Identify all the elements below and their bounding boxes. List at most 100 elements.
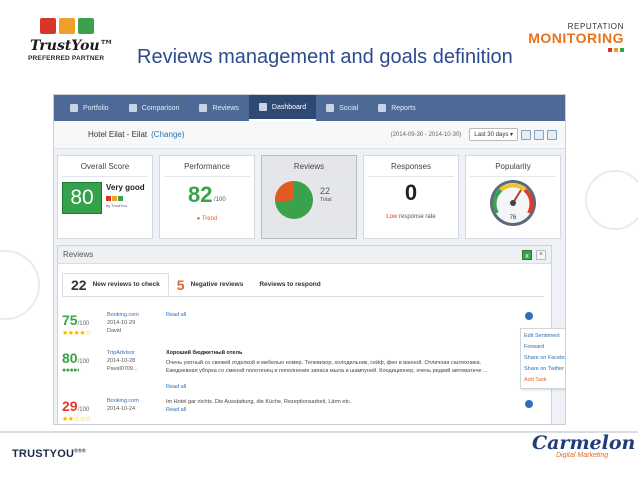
review-actions-menu: Edit Sentiment Forward Share on Facebook… xyxy=(520,328,565,389)
trustyou-logo: TrustYou™ PREFERRED PARTNER xyxy=(28,18,114,66)
footer-trustyou-text: TRUSTYOU xyxy=(12,448,75,460)
comparison-arrows-icon xyxy=(128,104,137,112)
review-text: Очень уютный со свежей отделкой и мебель… xyxy=(166,360,488,374)
rm-dots-icon xyxy=(528,48,624,52)
hotel-name: Hotel Eilat - Eilat xyxy=(88,130,148,139)
performance-value: 82 xyxy=(188,182,213,207)
overall-score-card[interactable]: Overall Score 80 Very good by TrustYou xyxy=(57,155,153,239)
excel-export-icon[interactable]: x xyxy=(522,249,532,260)
reports-bars-icon xyxy=(378,104,387,112)
card-title: Performance xyxy=(184,162,230,171)
trustyou-wordmark: TrustYou™ xyxy=(30,38,114,54)
popularity-gauge-icon: 76 xyxy=(490,180,536,226)
tab-reviews-to-respond[interactable]: Reviews to respond xyxy=(251,273,328,296)
dashboard-gauge-icon xyxy=(258,103,267,111)
review-score: 75/100 xyxy=(62,312,89,328)
review-row[interactable]: 29/100 ★★☆☆☆ Booking.com 2014-10-24 Im H… xyxy=(62,398,533,424)
review-source[interactable]: Booking.com xyxy=(107,312,139,318)
performance-trend[interactable]: ● Trend xyxy=(160,216,254,222)
performance-card[interactable]: Performance 82 /100 ● Trend xyxy=(159,155,255,239)
tab-label: Social xyxy=(339,104,359,112)
menu-item-forward[interactable]: Forward xyxy=(524,342,565,353)
review-score: 29/100 xyxy=(62,398,89,414)
settings-icon[interactable] xyxy=(547,129,557,140)
tab-dashboard[interactable]: Dashboard xyxy=(248,95,317,121)
decorative-ring xyxy=(0,250,40,320)
pie-slice-negative xyxy=(275,181,294,203)
review-date: 2014-10-29 xyxy=(107,320,136,326)
review-source[interactable]: Booking.com xyxy=(107,398,139,404)
review-source[interactable]: TripAdvisor xyxy=(107,350,135,356)
preferred-partner-label: PREFERRED PARTNER xyxy=(28,55,105,62)
review-score-den: /100 xyxy=(77,407,90,413)
menu-item-add-task[interactable]: Add Task xyxy=(524,375,565,386)
card-title: Responses xyxy=(390,162,432,171)
decorative-ring xyxy=(585,170,638,230)
slide-title: Reviews management and goals definition xyxy=(137,46,513,68)
main-navbar: Portfolio Comparison Reviews Dashboard S… xyxy=(54,95,565,121)
svg-text:x: x xyxy=(525,253,529,260)
overall-brand: by TrustYou xyxy=(106,203,127,208)
tab-portfolio[interactable]: Portfolio xyxy=(60,95,119,121)
close-icon[interactable]: × xyxy=(536,249,546,260)
review-actions-gear-icon[interactable] xyxy=(525,312,533,320)
new-reviews-count: 22 xyxy=(71,276,87,293)
tab-social[interactable]: Social xyxy=(316,95,368,121)
social-icon xyxy=(326,104,335,112)
reviews-panel: Reviews x × 22 New reviews to check 5 Ne… xyxy=(57,245,565,424)
period-select[interactable]: Last 30 days ▾ xyxy=(469,128,518,141)
change-hotel-link[interactable]: (Change) xyxy=(151,130,184,139)
tab-label: Reviews xyxy=(212,104,239,112)
menu-item-edit-sentiment[interactable]: Edit Sentiment xyxy=(524,331,565,342)
review-date: 2014-10-28 xyxy=(107,358,136,364)
card-title: Overall Score xyxy=(80,162,130,171)
overall-verdict: Very good xyxy=(106,183,145,192)
review-author: Pavel0709... xyxy=(107,366,138,372)
trustyou-mini-flags-icon xyxy=(106,196,123,201)
performance-denominator: /100 xyxy=(214,197,226,203)
read-all-link[interactable]: Read all xyxy=(166,312,186,318)
date-range: (2014-09-30 - 2014-10-30) xyxy=(390,131,462,138)
tab-label: Dashboard xyxy=(271,103,307,111)
print-icon[interactable] xyxy=(521,129,531,140)
response-rate-note: Low response rate xyxy=(364,214,458,220)
review-date: 2014-10-24 xyxy=(107,406,136,412)
responses-value: 0 xyxy=(404,180,418,205)
review-stars-icon: ★★★★☆ xyxy=(62,330,91,337)
menu-item-share-facebook[interactable]: Share on Facebook xyxy=(524,353,565,364)
tab-new-reviews[interactable]: 22 New reviews to check xyxy=(62,273,169,296)
review-score: 80/100 xyxy=(62,350,89,366)
review-row[interactable]: 80/100 ●●●●◐ TripAdvisor 2014-10-28 Pave… xyxy=(62,350,522,392)
read-all-link[interactable]: Read all xyxy=(166,384,186,390)
review-title: Хороший бюджетный отель xyxy=(166,350,243,356)
read-all-link[interactable]: Read all xyxy=(166,407,186,413)
popularity-card[interactable]: Popularity 76 xyxy=(465,155,561,239)
hotel-bar: Hotel Eilat - Eilat (Change) (2014-09-30… xyxy=(54,121,565,149)
menu-item-share-twitter[interactable]: Share on Twitter xyxy=(524,364,565,375)
tab-label: Comparison xyxy=(141,104,180,112)
tab-label: Reviews to respond xyxy=(259,281,321,288)
tab-reports[interactable]: Reports xyxy=(368,95,426,121)
reputation-monitoring-logo: REPUTATION MONITORING xyxy=(528,22,624,52)
review-score-den: /100 xyxy=(77,359,90,365)
reviews-panel-header: Reviews x × xyxy=(58,246,551,264)
review-actions-gear-icon[interactable] xyxy=(525,400,533,408)
tab-reviews[interactable]: Reviews xyxy=(189,95,248,121)
review-bubbles-icon: ●●●●◐ xyxy=(62,367,81,374)
review-score-den: /100 xyxy=(77,321,90,327)
review-text: Im Hotel gar nichts. Die Ausstattung, di… xyxy=(166,399,352,405)
reviews-pie-icon xyxy=(275,181,313,219)
rm-big-text: MONITORING xyxy=(528,30,624,46)
tab-comparison[interactable]: Comparison xyxy=(119,95,190,121)
gauge-value: 76 xyxy=(510,215,517,221)
responses-card[interactable]: Responses 0 Low response rate xyxy=(363,155,459,239)
review-row[interactable]: 75/100 ★★★★☆ Booking.com 2014-10-29 Davi… xyxy=(62,312,533,342)
export-excel-icon[interactable] xyxy=(534,129,544,140)
portfolio-icon xyxy=(70,104,78,112)
tab-negative-reviews[interactable]: 5 Negative reviews xyxy=(169,273,252,296)
footer-trustyou-logo: TRUSTYOU®®® xyxy=(12,448,86,460)
trustyou-flags-icon xyxy=(40,18,94,34)
reviews-card[interactable]: Reviews 22 Total xyxy=(261,155,357,239)
trend-label: Trend xyxy=(201,216,218,222)
reviews-count: 22 xyxy=(320,186,331,196)
